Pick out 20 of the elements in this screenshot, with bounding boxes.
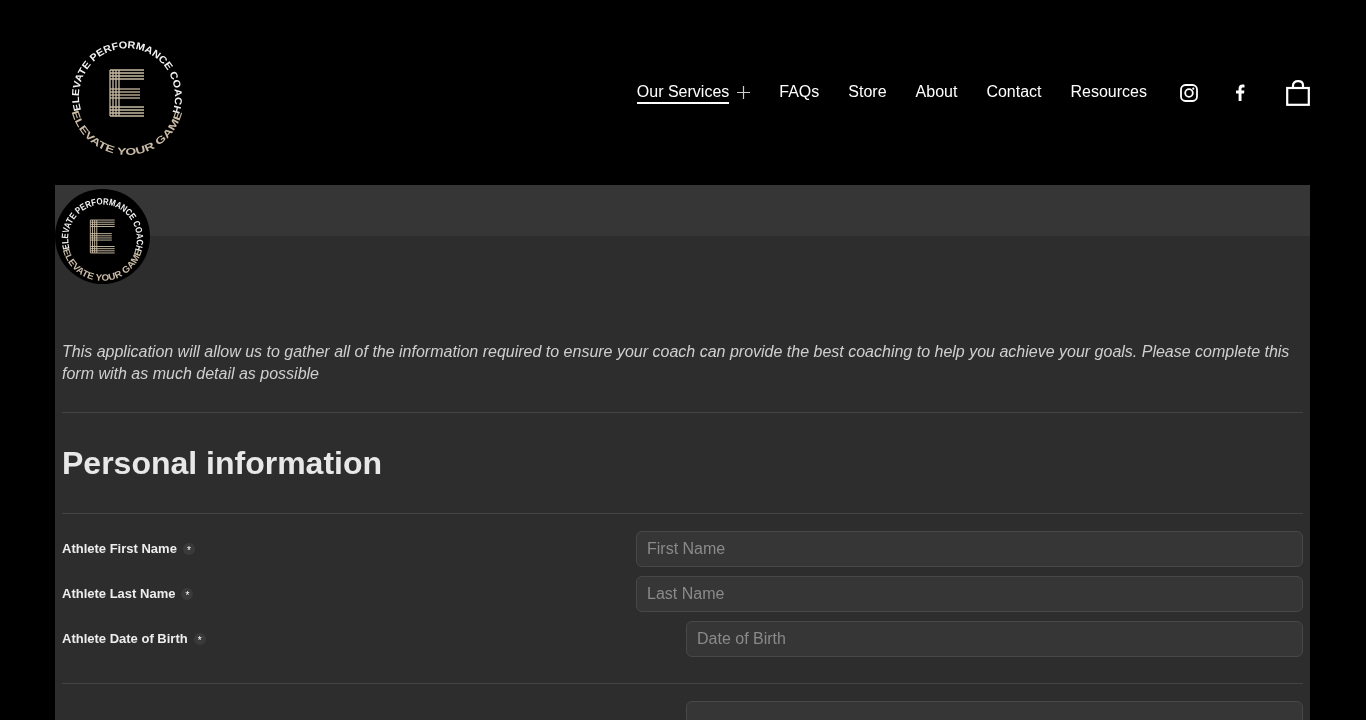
- nav-link[interactable]: About: [915, 81, 958, 104]
- instagram-icon[interactable]: [1180, 83, 1198, 102]
- text-field[interactable]: Last Name: [636, 576, 1303, 612]
- field-label: Athlete First Name: [62, 540, 177, 559]
- nav-link[interactable]: Store: [848, 81, 887, 104]
- field-label: Athlete Last Name: [62, 585, 176, 604]
- nav-link[interactable]: FAQs: [779, 81, 820, 104]
- required-mark: *: [181, 588, 194, 600]
- required-mark: *: [193, 633, 206, 645]
- intro-text: This application will allow us to gather all of the information required to ensure your coach can provide the best coaching to help you achieve your goals. Please complete this form with as much detail as possible: [62, 342, 1291, 384]
- nav-link[interactable]: Resources: [1070, 81, 1147, 104]
- shopping-bag-icon[interactable]: [1286, 79, 1310, 106]
- required-mark: *: [182, 543, 195, 555]
- nav-link[interactable]: Contact: [986, 81, 1042, 104]
- field-label: Athlete Date of Birth: [62, 630, 188, 649]
- text-field[interactable]: First Name: [636, 531, 1303, 567]
- text-field[interactable]: Date of Birth: [686, 621, 1303, 657]
- section-title: Personal information: [62, 444, 384, 483]
- facebook-icon[interactable]: [1235, 84, 1245, 101]
- nav-link[interactable]: Our Services: [636, 81, 751, 104]
